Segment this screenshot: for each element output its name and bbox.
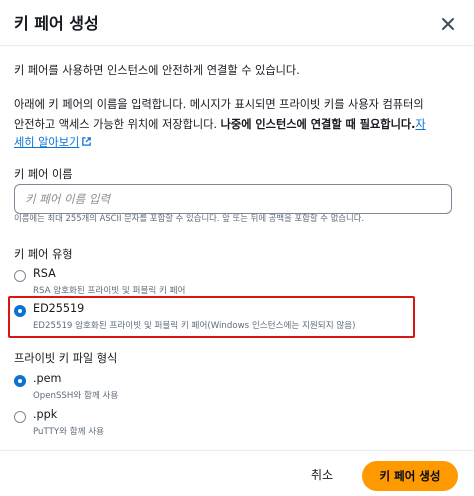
option-label: .pem xyxy=(33,372,62,385)
close-button[interactable] xyxy=(436,12,460,36)
create-key-pair-button[interactable]: 키 페어 생성 xyxy=(362,461,458,491)
key-name-label: 키 페어 이름 xyxy=(14,168,73,181)
radio-pem[interactable] xyxy=(14,375,26,387)
key-name-hint: 이름에는 최대 255개의 ASCII 문자를 포함할 수 있습니다. 앞 또는… xyxy=(14,213,365,223)
dialog-title: 키 페어 생성 xyxy=(14,14,99,33)
radio-rsa[interactable] xyxy=(14,270,26,282)
dialog-footer: 취소 키 페어 생성 xyxy=(0,450,474,496)
option-label: .ppk xyxy=(33,408,58,421)
learn-more-link[interactable]: 세히 알아보기 xyxy=(14,136,79,149)
dialog-header: 키 페어 생성 xyxy=(0,0,474,46)
external-link-icon xyxy=(82,137,92,146)
option-description: PuTTY와 함께 사용 xyxy=(33,427,105,437)
radio-ed25519[interactable] xyxy=(14,305,26,317)
key-name-input[interactable] xyxy=(14,184,452,214)
instruction-line-1: 아래에 키 페어의 이름을 입력합니다. 메시지가 표시되면 프라이빗 키를 사… xyxy=(14,98,424,111)
option-label: ED25519 xyxy=(33,302,85,315)
instruction-plain: 안전하고 액세스 가능한 위치에 저장합니다. xyxy=(14,118,221,131)
instruction-bold: 나중에 인스턴스에 연결할 때 필요합니다. xyxy=(220,118,416,131)
learn-more-link-start[interactable]: 자 xyxy=(415,118,425,131)
option-description: RSA 암호화된 프라이빗 및 퍼블릭 키 페어 xyxy=(33,286,186,296)
option-description: OpenSSH와 함께 사용 xyxy=(33,391,119,401)
key-type-label: 키 페어 유형 xyxy=(14,248,73,261)
cancel-button[interactable]: 취소 xyxy=(305,464,339,485)
option-description: ED25519 암호화된 프라이빗 및 퍼블릭 키 페어(Windows 인스턴… xyxy=(33,321,356,331)
create-key-pair-dialog: 키 페어 생성 키 페어를 사용하면 인스턴스에 안전하게 연결할 수 있습니다… xyxy=(0,0,474,495)
radio-ppk[interactable] xyxy=(14,411,26,423)
file-format-label: 프라이빗 키 파일 형식 xyxy=(14,352,118,365)
instruction-line-3: 세히 알아보기 xyxy=(14,132,92,153)
intro-text: 키 페어를 사용하면 인스턴스에 안전하게 연결할 수 있습니다. xyxy=(14,64,300,77)
option-label: RSA xyxy=(33,267,56,280)
close-icon xyxy=(442,18,454,30)
